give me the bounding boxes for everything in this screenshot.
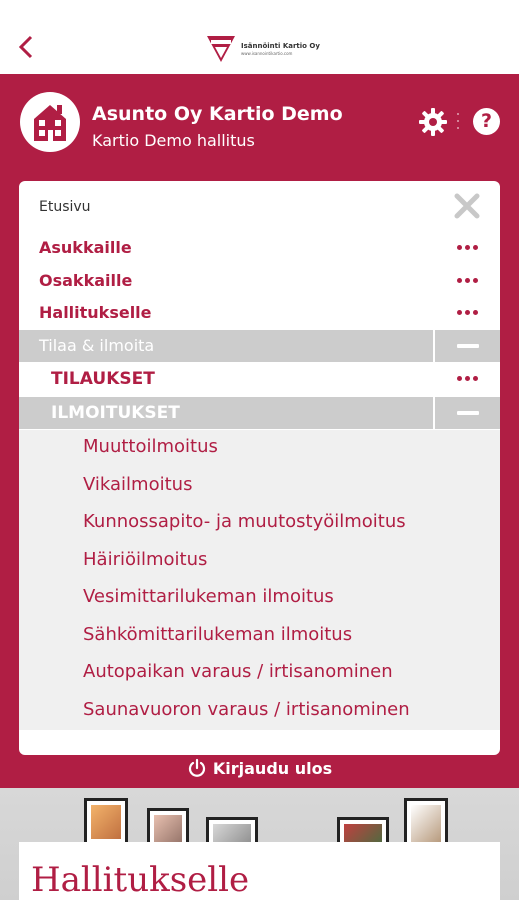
notice-link[interactable]: Häiriöilmoitus — [83, 549, 207, 570]
logo-url: www.isannointikartio.com — [241, 50, 293, 56]
chevron-left-icon — [18, 35, 33, 59]
navigation-menu: Etusivu Asukkaille Osakkaille Hallitukse… — [19, 181, 500, 755]
notice-link[interactable]: Vesimittarilukeman ilmoitus — [83, 586, 334, 607]
more-icon[interactable] — [457, 376, 478, 381]
menu-home-link[interactable]: Etusivu — [39, 199, 91, 215]
back-button[interactable] — [12, 32, 42, 62]
menu-item-label: Osakkaille — [39, 271, 133, 290]
house-icon — [34, 105, 66, 141]
divider-dots — [457, 113, 461, 129]
association-title: Asunto Oy Kartio Demo — [92, 103, 343, 125]
notice-link[interactable]: Autopaikan varaus / irtisanominen — [83, 661, 393, 682]
logo-name: Isännöinti Kartio Oy — [241, 41, 320, 50]
page-title: Hallitukselle — [31, 860, 250, 900]
power-icon — [188, 758, 205, 777]
menu-item-tilaukset[interactable]: TILAUKSET — [19, 363, 500, 395]
section-label: Tilaa & ilmoita — [39, 336, 155, 355]
close-menu-button[interactable] — [454, 193, 480, 219]
close-icon — [454, 193, 480, 219]
association-avatar — [20, 92, 80, 152]
notice-link[interactable]: Vikailmoitus — [83, 474, 192, 495]
menu-item-label: Asukkaille — [39, 238, 132, 257]
top-bar: Isännöinti Kartio Oy www.isannointikarti… — [0, 0, 519, 74]
logo-icon — [207, 36, 235, 62]
settings-button[interactable] — [418, 107, 448, 137]
gear-icon — [419, 108, 447, 136]
collapse-icon[interactable] — [457, 344, 479, 348]
logout-label: Kirjaudu ulos — [212, 758, 333, 778]
menu-section-ilmoitukset[interactable]: ILMOITUKSET — [19, 397, 500, 429]
menu-item-label: TILAUKSET — [51, 369, 155, 389]
section-label: ILMOITUKSET — [51, 403, 180, 423]
menu-item-osakkaille[interactable]: Osakkaille — [19, 265, 500, 297]
menu-section-tilaa-ilmoita[interactable]: Tilaa & ilmoita — [19, 330, 500, 362]
menu-item-hallitukselle[interactable]: Hallitukselle — [19, 297, 500, 329]
menu-item-asukkaille[interactable]: Asukkaille — [19, 232, 500, 264]
notice-link[interactable]: Sähkömittarilukeman ilmoitus — [83, 624, 352, 645]
logout-button[interactable]: Kirjaudu ulos — [187, 758, 332, 778]
notice-list: Muuttoilmoitus Vikailmoitus Kunnossapito… — [19, 430, 500, 730]
picture-frame — [84, 798, 128, 846]
notice-link[interactable]: Saunavuoron varaus / irtisanominen — [83, 699, 410, 720]
company-logo: Isännöinti Kartio Oy www.isannointikarti… — [207, 36, 320, 62]
menu-item-label: Hallitukselle — [39, 303, 152, 322]
content-card: Hallitukselle — [19, 842, 500, 900]
more-icon[interactable] — [457, 310, 478, 315]
divider — [433, 397, 435, 429]
more-icon[interactable] — [457, 245, 478, 250]
divider — [433, 330, 435, 362]
logout-bar: Kirjaudu ulos — [0, 758, 519, 786]
collapse-icon[interactable] — [457, 411, 479, 415]
notice-link[interactable]: Muuttoilmoitus — [83, 436, 218, 457]
notice-link[interactable]: Kunnossapito- ja muutostyöilmoitus — [83, 511, 406, 532]
help-button[interactable]: ? — [473, 108, 500, 135]
more-icon[interactable] — [457, 278, 478, 283]
association-subtitle: Kartio Demo hallitus — [92, 131, 255, 150]
